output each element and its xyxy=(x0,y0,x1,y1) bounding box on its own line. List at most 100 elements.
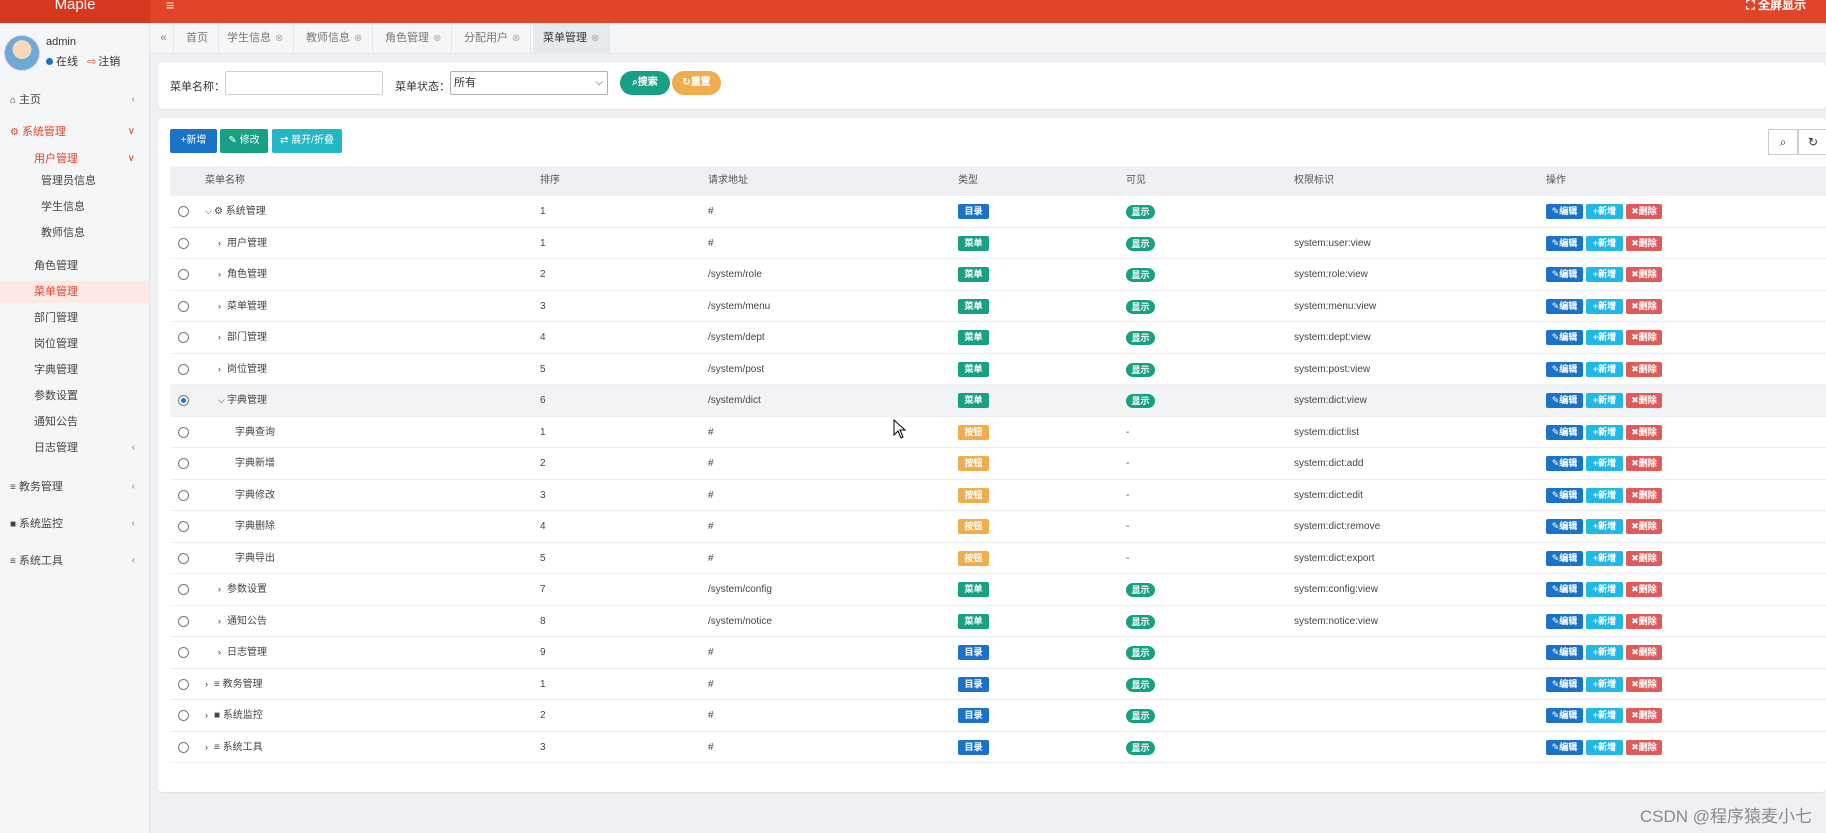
table-row[interactable]: › 岗位管理 5/system/post 菜单 显示 system:post:view ✎编… xyxy=(170,354,1826,385)
add-row-button[interactable]: +新增 xyxy=(1586,298,1623,314)
row-radio[interactable] xyxy=(178,426,189,438)
row-radio[interactable] xyxy=(178,710,189,721)
edit-row-button[interactable]: ✎编辑 xyxy=(1546,456,1583,471)
table-row[interactable]: › ≡ 教务管理 1 # 目录 显示 ✎编辑 +新增 ✖删除 xyxy=(170,669,1826,700)
table-row[interactable]: ⌵ 字典管理 6/system/dict 菜单 显示 system:dict:view ✎编… xyxy=(170,385,1826,417)
sidebar-item-config[interactable]: 参数设置 xyxy=(0,385,149,407)
delete-row-button[interactable]: ✖删除 xyxy=(1626,582,1662,597)
row-radio[interactable] xyxy=(178,458,189,469)
edit-row-button[interactable]: ✎编辑 xyxy=(1546,708,1583,723)
sidebar-item-home[interactable]: ⌂ 主页 ‹ xyxy=(0,89,149,111)
sidebar-item-log[interactable]: 日志管理 ‹ xyxy=(0,437,149,459)
delete-row-button[interactable]: ✖删除 xyxy=(1626,613,1662,629)
edit-row-button[interactable]: ✎编辑 xyxy=(1546,267,1583,282)
tab-teacher-info[interactable]: 教师信息 ⊗ xyxy=(296,23,374,54)
edit-row-button[interactable]: ✎编辑 xyxy=(1546,298,1583,314)
table-row[interactable]: › 通知公告 8/system/notice 菜单 显示 system:notice:vi… xyxy=(170,606,1826,638)
delete-row-button[interactable]: ✖删除 xyxy=(1626,235,1662,251)
sidebar-item-role[interactable]: 角色管理 xyxy=(0,255,149,277)
menu-name-input[interactable] xyxy=(225,71,383,95)
sidebar-item-dept[interactable]: 部门管理 xyxy=(0,307,149,329)
sidebar-item-menu[interactable]: 菜单管理 xyxy=(0,281,149,303)
chevron-right-icon[interactable]: › xyxy=(205,700,214,732)
row-radio[interactable] xyxy=(178,363,189,375)
table-row[interactable]: › 菜单管理 3/system/menu 菜单 显示 system:menu:view ✎编… xyxy=(170,291,1826,323)
chevron-right-icon[interactable]: › xyxy=(218,606,227,638)
table-row[interactable]: › ≡ 系统工具 3 # 目录 显示 ✎编辑 +新增 ✖删除 xyxy=(170,732,1826,764)
sidebar-item-tools[interactable]: ≡ 系统工具 ‹ xyxy=(0,550,149,572)
tab-role-mgmt[interactable]: 角色管理 ⊗ xyxy=(375,23,453,54)
chevron-right-icon[interactable]: › xyxy=(205,732,214,764)
add-row-button[interactable]: +新增 xyxy=(1586,582,1623,597)
sidebar-item-monitor[interactable]: ■ 系统监控 ‹ xyxy=(0,513,149,535)
close-icon[interactable]: ⊗ xyxy=(512,33,520,44)
sidebar-item-post[interactable]: 岗位管理 xyxy=(0,333,149,355)
table-row[interactable]: › 部门管理 4/system/dept 菜单 显示 system:dept:view ✎编… xyxy=(170,322,1826,354)
header-type[interactable]: 类型 xyxy=(958,166,978,196)
add-row-button[interactable]: +新增 xyxy=(1586,676,1623,692)
delete-row-button[interactable]: ✖删除 xyxy=(1626,676,1662,692)
table-row[interactable]: › 参数设置 7/system/config 菜单 显示 system:config:vi… xyxy=(170,574,1826,606)
delete-row-button[interactable]: ✖删除 xyxy=(1626,330,1662,345)
edit-row-button[interactable]: ✎编辑 xyxy=(1546,550,1583,566)
delete-row-button[interactable]: ✖删除 xyxy=(1626,456,1662,471)
add-row-button[interactable]: +新增 xyxy=(1586,550,1623,566)
delete-row-button[interactable]: ✖删除 xyxy=(1626,550,1662,566)
edit-row-button[interactable]: ✎编辑 xyxy=(1546,204,1583,219)
add-row-button[interactable]: +新增 xyxy=(1586,267,1623,282)
sidebar-item-teacher-info[interactable]: 教师信息 xyxy=(0,222,149,244)
row-radio[interactable] xyxy=(178,678,189,690)
delete-row-button[interactable]: ✖删除 xyxy=(1626,487,1662,503)
header-permission[interactable]: 权限标识 xyxy=(1294,166,1334,196)
row-radio[interactable] xyxy=(178,395,189,406)
row-radio[interactable] xyxy=(178,521,189,532)
edit-row-button[interactable]: ✎编辑 xyxy=(1546,645,1583,660)
add-row-button[interactable]: +新增 xyxy=(1586,204,1623,219)
reset-button[interactable]: ↻重置 xyxy=(672,71,721,95)
row-radio[interactable] xyxy=(178,741,189,753)
chevron-right-icon[interactable]: › xyxy=(218,291,227,323)
row-radio[interactable] xyxy=(178,269,189,280)
row-radio[interactable] xyxy=(178,489,189,501)
header-menu-name[interactable]: 菜单名称 xyxy=(205,166,245,196)
close-icon[interactable]: ⊗ xyxy=(433,33,441,44)
header-url[interactable]: 请求地址 xyxy=(708,166,748,196)
chevron-down-icon[interactable]: ⌵ xyxy=(205,196,214,228)
edit-row-button[interactable]: ✎编辑 xyxy=(1546,393,1583,408)
chevron-right-icon[interactable]: › xyxy=(218,574,227,606)
close-icon[interactable]: ⊗ xyxy=(591,33,599,44)
edit-row-button[interactable]: ✎编辑 xyxy=(1546,519,1583,534)
table-row[interactable]: 字典新增 2 # 按钮 - system:dict:add ✎编辑 +新增 ✖删除 xyxy=(170,448,1826,480)
close-icon[interactable]: ⊗ xyxy=(275,33,283,44)
header-order[interactable]: 排序 xyxy=(540,166,560,196)
expand-collapse-button[interactable]: ⇄ 展开/折叠 xyxy=(272,129,342,153)
add-row-button[interactable]: +新增 xyxy=(1586,739,1623,755)
add-row-button[interactable]: +新增 xyxy=(1586,456,1623,471)
search-button[interactable]: ⌕搜索 xyxy=(620,71,670,95)
delete-row-button[interactable]: ✖删除 xyxy=(1626,361,1662,377)
table-row[interactable]: 字典删除 4 # 按钮 - system:dict:remove ✎编辑 +新增 ✖删除 xyxy=(170,511,1826,543)
add-row-button[interactable]: +新增 xyxy=(1586,361,1623,377)
row-radio[interactable] xyxy=(178,237,189,249)
edit-row-button[interactable]: ✎编辑 xyxy=(1546,487,1583,503)
sidebar-item-system[interactable]: ⚙ 系统管理 ∨ xyxy=(0,121,149,143)
add-row-button[interactable]: +新增 xyxy=(1586,645,1623,660)
delete-row-button[interactable]: ✖删除 xyxy=(1626,267,1662,282)
delete-row-button[interactable]: ✖删除 xyxy=(1626,393,1662,408)
table-row[interactable]: ⌵ ⚙ 系统管理 1 # 目录 显示 ✎编辑 +新增 ✖删除 xyxy=(170,196,1826,228)
add-row-button[interactable]: +新增 xyxy=(1586,519,1623,534)
table-row[interactable]: › ■ 系统监控 2 # 目录 显示 ✎编辑 +新增 ✖删除 xyxy=(170,700,1826,732)
menu-status-select[interactable]: 所有 ⌵ xyxy=(450,71,608,95)
chevron-right-icon[interactable]: › xyxy=(218,228,227,260)
sidebar-item-dict[interactable]: 字典管理 xyxy=(0,359,149,381)
edit-row-button[interactable]: ✎编辑 xyxy=(1546,739,1583,755)
edit-row-button[interactable]: ✎编辑 xyxy=(1546,424,1583,440)
delete-row-button[interactable]: ✖删除 xyxy=(1626,298,1662,314)
refresh-icon[interactable]: ↻ xyxy=(1798,129,1826,155)
row-radio[interactable] xyxy=(178,300,189,312)
chevron-down-icon[interactable]: ⌵ xyxy=(218,385,227,417)
delete-row-button[interactable]: ✖删除 xyxy=(1626,424,1662,440)
hamburger-icon[interactable]: ≡ xyxy=(166,0,174,12)
table-row[interactable]: 字典修改 3 # 按钮 - system:dict:edit ✎编辑 +新增 ✖删除 xyxy=(170,480,1826,511)
edit-button[interactable]: ✎ 修改 xyxy=(220,129,268,153)
